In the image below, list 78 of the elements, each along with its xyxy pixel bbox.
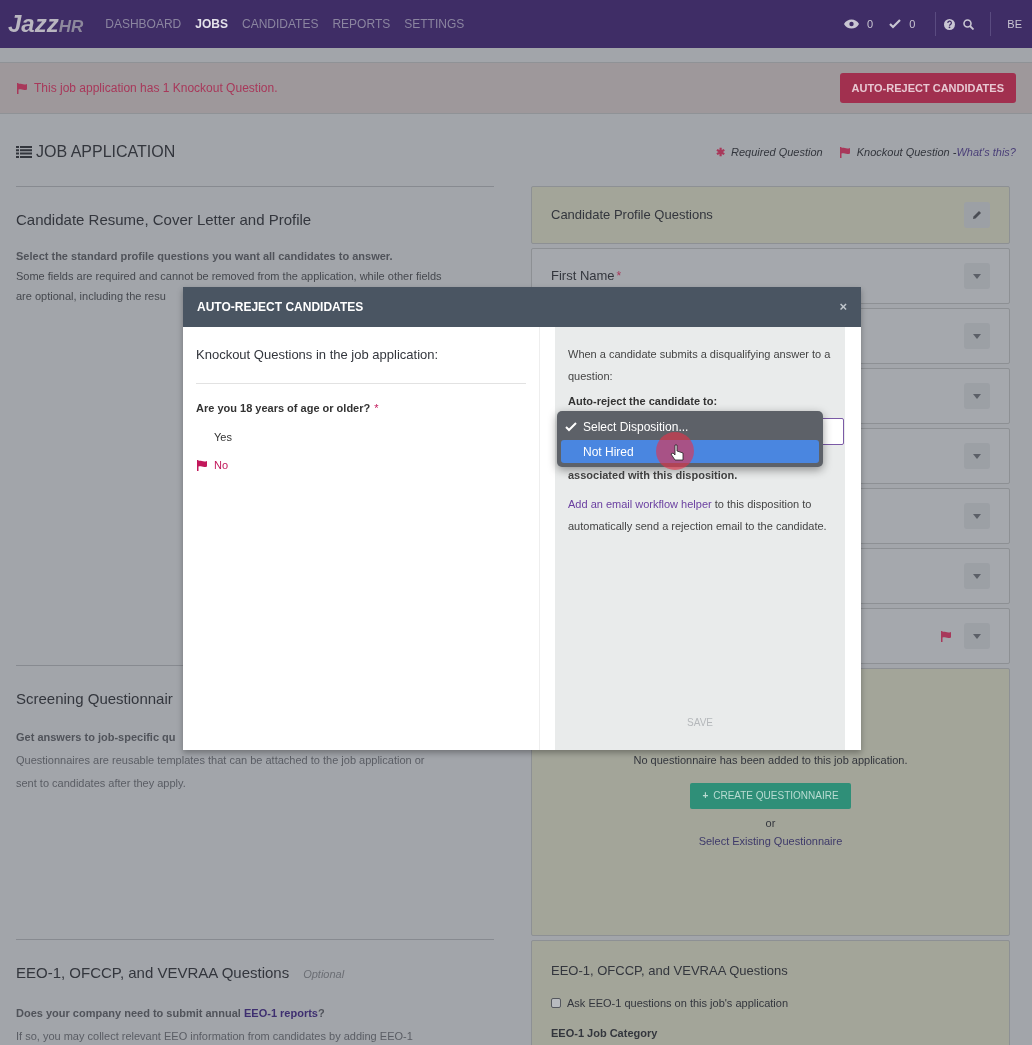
legend-label: Knockout Question - <box>856 144 957 160</box>
eeo-reports-link[interactable]: EEO-1 reports <box>244 1004 318 1021</box>
caret-icon <box>973 393 981 399</box>
logo: JazzHR <box>8 9 84 39</box>
edit-button[interactable] <box>964 202 990 228</box>
question-label: First Name <box>551 267 615 286</box>
banner-message: This job application has 1 Knockout Question. <box>34 80 278 97</box>
section-description: If so, you may collect relevant EEO information from candidates by adding EEO-1 <box>16 1029 414 1044</box>
flag-icon <box>196 459 208 471</box>
auto-reject-button[interactable]: AUTO-REJECT CANDIDATES <box>839 73 1016 103</box>
menu-option[interactable]: Select Disposition... <box>561 415 819 438</box>
check-icon <box>565 421 577 432</box>
dropdown-button[interactable] <box>964 323 990 349</box>
caret-icon <box>973 453 981 459</box>
flag-icon <box>16 82 28 94</box>
checkbox-label: Ask EEO-1 questions on this job's application <box>567 995 788 1011</box>
empty-message: No questionnaire has been added to this job application. <box>633 753 908 768</box>
nav-tab[interactable]: SETTINGS <box>404 15 465 33</box>
dialog-title: AUTO-REJECT CANDIDATES <box>197 299 364 316</box>
list-icon <box>16 146 32 158</box>
close-button[interactable]: × <box>839 297 847 317</box>
section-title: Candidate Resume, Cover Letter and Profile <box>16 210 313 230</box>
section-lead: Does your company need to submit annual <box>16 1005 242 1021</box>
flag-icon <box>838 146 851 158</box>
create-questionnaire-button[interactable]: + CREATE QUESTIONNAIRE <box>690 782 851 809</box>
asterisk-icon: ✱ <box>716 143 725 161</box>
pencil-icon <box>972 210 982 220</box>
section-title: Screening Questionnair <box>16 689 174 709</box>
views-count: 0 <box>867 16 874 32</box>
page-title: JOB APPLICATION <box>36 142 176 162</box>
dropdown-button[interactable] <box>964 443 990 469</box>
caret-icon <box>973 273 981 279</box>
user-initials[interactable]: BE <box>1007 15 1022 33</box>
flag-icon <box>940 630 952 642</box>
dialog-heading: Knockout Questions in the job application: <box>196 345 526 384</box>
note-text: associated with this disposition. <box>568 467 739 483</box>
legend-label: Required Question <box>731 144 823 160</box>
help-link[interactable]: What's this? <box>956 143 1016 161</box>
caret-icon <box>973 633 981 639</box>
dropdown-button[interactable] <box>964 383 990 409</box>
checkbox[interactable] <box>551 997 561 1008</box>
nav-tab[interactable]: DASHBOARD <box>105 15 182 33</box>
nav-tab[interactable]: CANDIDATES <box>241 15 319 33</box>
field-label: EEO-1 Job Category <box>551 1026 659 1041</box>
dropdown-button[interactable] <box>964 563 990 589</box>
dropdown-button[interactable] <box>964 623 990 649</box>
question-text: Are you 18 years of age or older? <box>196 400 371 416</box>
field-label: Auto-reject the candidate to: <box>568 394 719 409</box>
menu-option[interactable]: Not Hired <box>561 440 819 463</box>
check-icon[interactable] <box>889 19 902 29</box>
required-asterisk: * <box>616 268 622 285</box>
required-asterisk: * <box>374 400 379 416</box>
caret-icon <box>973 513 981 519</box>
answer-option: Yes <box>214 428 232 446</box>
help-icon[interactable] <box>944 18 956 30</box>
dropdown-button[interactable] <box>964 263 990 289</box>
question-mark-text: ? <box>317 1005 325 1021</box>
or-text: or <box>765 815 776 831</box>
eye-icon[interactable] <box>844 19 860 29</box>
caret-icon <box>973 333 981 339</box>
nav-tab[interactable]: REPORTS <box>332 15 391 33</box>
checks-count: 0 <box>909 16 916 32</box>
card-title: Candidate Profile Questions <box>551 206 713 225</box>
answer-option: No <box>214 456 229 474</box>
search-icon[interactable] <box>963 18 975 30</box>
section-description: Some fields are required and cannot be removed from the application, while other fields are optional, including the resu <box>16 269 443 302</box>
caret-icon <box>973 573 981 579</box>
intro-text: When a candidate submits a disqualifying answer to a question: <box>568 347 832 384</box>
select-questionnaire-link[interactable]: Select Existing Questionnaire <box>698 833 843 850</box>
helper-text: Add an email workflow helper to this disposition to automatically send a rejection email to the candidate. <box>568 497 828 534</box>
section-lead: Select the standard profile questions you want all candidates to answer. <box>16 248 394 264</box>
section-title: EEO-1, OFCCP, and VEVRAA Questions <box>16 963 290 983</box>
dropdown-button[interactable] <box>964 503 990 529</box>
section-description: Questionnaires are reusable templates that can be attached to the job application or sent to candidates after they apply. <box>16 753 426 791</box>
section-lead: Get answers to job-specific qu <box>16 729 177 745</box>
nav-tab[interactable]: JOBS <box>195 15 228 33</box>
workflow-helper-link[interactable]: Add an email workflow helper <box>568 498 712 510</box>
card-title: EEO-1, OFCCP, and VEVRAA Questions <box>551 962 789 980</box>
